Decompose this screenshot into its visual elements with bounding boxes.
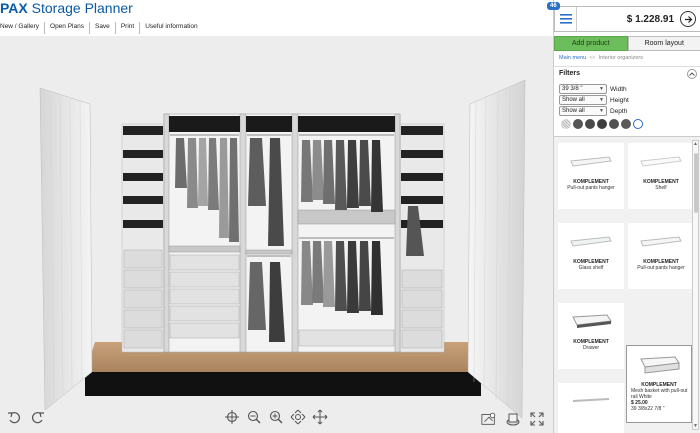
color-swatch[interactable] — [621, 119, 631, 129]
filter-depth-row: Show all ▼ Depth — [559, 106, 627, 116]
chevron-down-icon: ▼ — [599, 108, 604, 114]
product-image — [558, 303, 624, 339]
camera-tools — [224, 409, 328, 425]
redo-icon[interactable] — [30, 409, 46, 425]
panel-tabs: Add product Room layout — [554, 36, 700, 51]
height-select-value: Show all — [562, 97, 585, 103]
design-viewport[interactable] — [0, 36, 553, 433]
depth-select-value: Show all — [562, 108, 585, 114]
target-icon[interactable] — [224, 409, 240, 425]
undo-icon[interactable] — [6, 409, 22, 425]
pan-icon[interactable] — [312, 409, 328, 425]
rotate-icon[interactable] — [290, 409, 306, 425]
product-card[interactable]: KOMPLEMENT Pull-out pants hanger — [558, 143, 624, 209]
chevron-down-icon: ▼ — [599, 97, 604, 103]
product-image — [627, 346, 691, 382]
cart-total-price: $ 1.228.91 — [626, 13, 674, 25]
width-label: Width — [610, 85, 627, 93]
filter-width-row: 39 3/8 " ▼ Width — [559, 84, 627, 94]
app-title-text: Storage Planner — [27, 0, 133, 16]
zoom-out-icon[interactable] — [246, 409, 262, 425]
scroll-thumb[interactable] — [694, 153, 698, 213]
depth-label: Depth — [610, 107, 628, 115]
product-panel: 46 $ 1.228.91 Add product Room layout Ma… — [547, 0, 700, 433]
cart-summary: 46 $ 1.228.91 — [547, 2, 700, 32]
product-desc: Shelf — [655, 185, 667, 191]
chevron-down-icon: ▼ — [599, 86, 604, 92]
width-select-value: 39 3/8 " — [562, 86, 583, 92]
scroll-down-icon[interactable]: ▼ — [693, 423, 698, 429]
tab-room-layout[interactable]: Room layout — [627, 36, 700, 51]
wardrobe-3d-render — [39, 79, 526, 419]
product-card[interactable]: KOMPLEMENT Pull-out pants hanger — [628, 223, 694, 289]
filters-header[interactable]: Filters — [554, 66, 700, 80]
menu-save[interactable]: Save — [90, 22, 116, 34]
product-desc: Pull-out pants hanger — [567, 185, 615, 191]
view-tools — [481, 411, 545, 427]
color-swatches — [561, 119, 643, 129]
width-select[interactable]: 39 3/8 " ▼ — [559, 84, 607, 94]
product-dimensions: 39 3/8x22 7/8 " — [631, 406, 665, 412]
product-desc: Glass shelf — [578, 265, 604, 271]
scroll-up-icon[interactable]: ▲ — [693, 141, 698, 147]
product-desc: Drawer — [582, 345, 600, 351]
color-swatch[interactable] — [609, 119, 619, 129]
color-swatch[interactable] — [597, 119, 607, 129]
tab-add-product[interactable]: Add product — [554, 36, 628, 51]
height-select[interactable]: Show all ▼ — [559, 95, 607, 105]
product-card[interactable] — [558, 383, 624, 433]
filters-title: Filters — [559, 70, 581, 77]
fullscreen-icon[interactable] — [529, 411, 545, 427]
product-scrollbar[interactable]: ▲ ▼ — [692, 140, 699, 430]
depth-select[interactable]: Show all ▼ — [559, 106, 607, 116]
product-image — [558, 143, 624, 179]
product-desc: Mesh basket with pull-out rail White — [631, 388, 688, 400]
color-swatch[interactable] — [561, 119, 571, 129]
product-list: KOMPLEMENT Pull-out pants hanger KOMPLEM… — [554, 136, 700, 433]
app-title: PAX Storage Planner — [0, 0, 133, 20]
menu-new-gallery[interactable]: New / Gallery — [0, 22, 46, 34]
menu-useful-information[interactable]: Useful information — [140, 22, 202, 34]
product-image — [558, 383, 624, 419]
arrow-right-icon — [684, 15, 692, 23]
menu-bar: New / Gallery Open Plans Save Print Usef… — [0, 22, 203, 34]
cart-count-badge: 46 — [547, 2, 560, 10]
collapse-icon[interactable] — [687, 69, 697, 79]
cart-menu-button[interactable]: 46 — [547, 2, 577, 31]
breadcrumb: Main menu << Interior organizers — [559, 55, 643, 61]
product-image — [628, 143, 694, 179]
product-desc: Pull-out pants hanger — [637, 265, 685, 271]
product-image — [558, 223, 624, 259]
app-title-brand: PAX — [0, 0, 28, 16]
doors-toggle-icon[interactable] — [505, 411, 521, 427]
menu-open-plans[interactable]: Open Plans — [45, 22, 90, 34]
color-swatch[interactable] — [573, 119, 583, 129]
height-label: Height — [610, 96, 629, 104]
product-card[interactable]: KOMPLEMENT Shelf — [628, 143, 694, 209]
breadcrumb-current: Interior organizers — [598, 55, 643, 61]
menu-print[interactable]: Print — [116, 22, 141, 34]
zoom-in-icon[interactable] — [268, 409, 284, 425]
product-card-selected[interactable]: KOMPLEMENT Mesh basket with pull-out rai… — [626, 345, 692, 423]
product-card[interactable]: KOMPLEMENT Drawer — [558, 303, 624, 369]
breadcrumb-main-menu[interactable]: Main menu — [559, 55, 586, 61]
color-swatch[interactable] — [633, 119, 643, 129]
filter-height-row: Show all ▼ Height — [559, 95, 629, 105]
color-swatch[interactable] — [585, 119, 595, 129]
measure-icon[interactable] — [481, 411, 497, 427]
product-card[interactable]: KOMPLEMENT Glass shelf — [558, 223, 624, 289]
hamburger-icon — [559, 14, 572, 24]
cart-go-button[interactable] — [680, 11, 696, 27]
breadcrumb-separator: << — [589, 55, 596, 61]
product-image — [628, 223, 694, 259]
history-tools — [6, 409, 46, 425]
